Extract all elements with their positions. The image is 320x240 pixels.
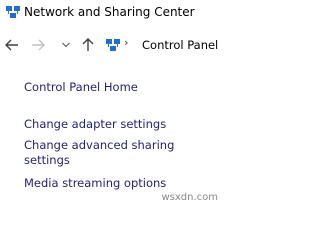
chevron-down-icon — [62, 42, 70, 48]
sidebar-item-change-advanced-sharing[interactable]: Change advanced sharing — [24, 138, 174, 152]
breadcrumb-separator[interactable]: › — [124, 36, 128, 49]
recent-locations-button[interactable] — [60, 34, 72, 56]
breadcrumb-control-panel[interactable]: Control Panel — [142, 38, 218, 52]
sidebar-item-change-advanced-sharing-cont[interactable]: settings — [24, 153, 70, 167]
watermark: wsxdn.com — [161, 192, 218, 203]
back-arrow-icon — [5, 39, 18, 51]
up-button[interactable] — [80, 34, 96, 56]
forward-arrow-icon — [32, 39, 45, 51]
navigation-bar: › Control Panel — [0, 34, 220, 56]
titlebar: Network and Sharing Center — [0, 0, 220, 28]
window-title: Network and Sharing Center — [24, 5, 195, 19]
sidebar-item-control-panel-home[interactable]: Control Panel Home — [24, 80, 138, 94]
sidebar-item-media-streaming-options[interactable]: Media streaming options — [24, 176, 166, 190]
network-icon — [6, 6, 20, 18]
back-button[interactable] — [4, 34, 20, 56]
up-arrow-icon — [82, 38, 94, 51]
sidebar-item-change-adapter-settings[interactable]: Change adapter settings — [24, 117, 166, 131]
breadcrumb-network-icon — [106, 39, 120, 51]
window: Network and Sharing Center › Control Pan… — [0, 0, 220, 204]
forward-button[interactable] — [30, 34, 46, 56]
